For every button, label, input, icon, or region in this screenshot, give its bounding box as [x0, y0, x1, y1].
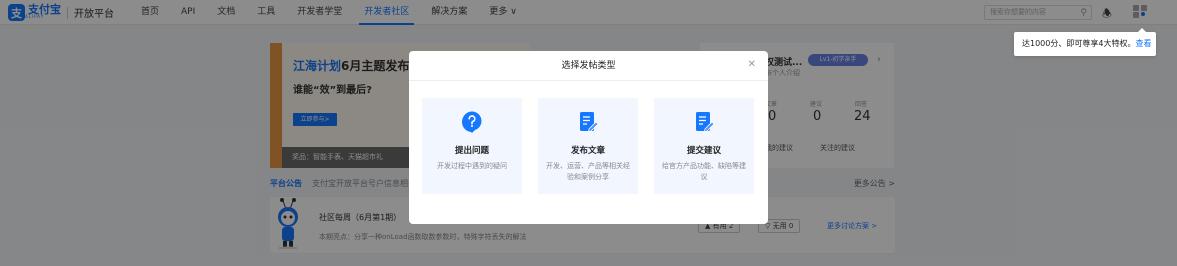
option-ask-question-title: 提出问题 [454, 146, 489, 156]
option-publish-article-title: 发布文章 [570, 146, 605, 156]
question-icon [462, 111, 482, 133]
option-publish-article-desc: 开发、运营、产品等相关经验和案例分享 [546, 162, 630, 181]
tooltip-view-link[interactable]: 查看 [1135, 39, 1151, 48]
option-submit-suggestion-desc: 给官方产品功能、缺陷等建议 [662, 162, 746, 181]
post-type-dialog: 选择发帖类型 ✕ 提出问题 开发过程中遇到的疑问 发布文章 开发、运营、产品等相… [409, 51, 768, 224]
suggestion-edit-icon [696, 112, 715, 133]
dialog-title: 选择发帖类型 [409, 51, 768, 81]
option-ask-question[interactable]: 提出问题 开发过程中遇到的疑问 [422, 98, 522, 194]
article-edit-icon [580, 112, 599, 133]
option-submit-suggestion-title: 提交建议 [686, 146, 721, 156]
option-publish-article[interactable]: 发布文章 开发、运营、产品等相关经验和案例分享 [538, 98, 638, 194]
tooltip-text: 达1000分、即可尊享4大特权。 [1022, 39, 1136, 48]
option-ask-question-desc: 开发过程中遇到的疑问 [437, 162, 507, 170]
points-tooltip: 达1000分、即可尊享4大特权。查看 [1014, 28, 1156, 56]
close-icon[interactable]: ✕ [748, 60, 756, 70]
option-submit-suggestion[interactable]: 提交建议 给官方产品功能、缺陷等建议 [654, 98, 754, 194]
